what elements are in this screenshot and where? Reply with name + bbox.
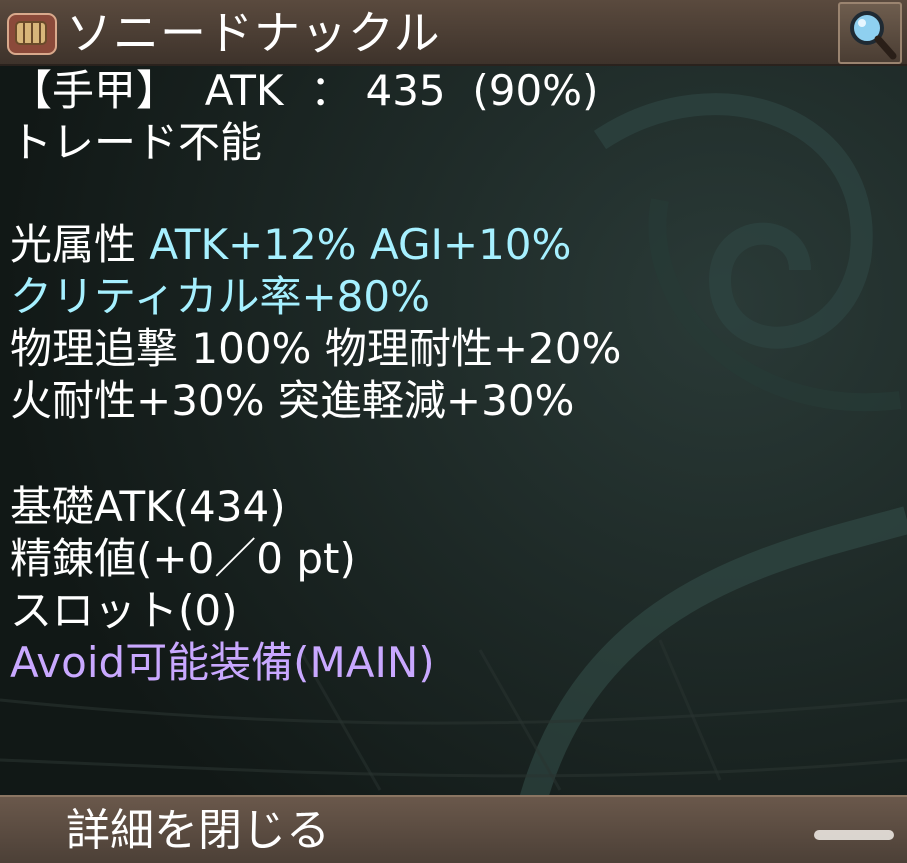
physical-pursuit: 物理追撃	[10, 324, 179, 373]
weapon-type: 【手甲】	[10, 66, 179, 115]
magnifier-icon	[850, 11, 897, 60]
weapon-type-atk-line: 【手甲】 ATK ： 435 (90%)	[10, 66, 598, 116]
atk-label: ATK	[204, 66, 284, 115]
scroll-handle-icon	[814, 830, 894, 840]
resistance-line: 火耐性+30% 突進軽減+30%	[10, 376, 574, 426]
physical-pursuit-value: 100%	[191, 324, 312, 373]
knuckle-gauntlet-icon	[7, 13, 57, 55]
trade-restriction: トレード不能	[10, 118, 263, 167]
element-bonus-atk: ATK+12%	[149, 220, 357, 269]
close-details-button[interactable]: 詳細を閉じる	[0, 795, 907, 863]
element-line: 光属性 ATK+12% AGI+10%	[10, 220, 571, 270]
refine-value: 精錬値(+0／0 pt)	[10, 534, 356, 583]
element-bonus-agi: AGI+10%	[369, 220, 572, 269]
atk-percent: (90%)	[472, 66, 599, 115]
base-atk: 基礎ATK(434)	[10, 482, 286, 531]
search-button[interactable]	[838, 2, 902, 64]
item-name: ソニードナックル	[66, 6, 441, 60]
crit-rate: クリティカル率+80%	[10, 272, 431, 321]
element-label: 光属性	[10, 220, 137, 269]
physical-resistance: 物理耐性+20%	[324, 324, 622, 373]
atk-value: 435	[365, 66, 446, 115]
avoid-equip: Avoid可能装備(MAIN)	[10, 638, 435, 687]
atk-separator: ：	[310, 66, 353, 115]
physical-stats-line: 物理追撃 100% 物理耐性+20%	[10, 324, 621, 374]
charge-reduction: 突進軽減+30%	[277, 376, 575, 425]
close-details-label: 詳細を閉じる	[66, 805, 330, 856]
fire-resistance: 火耐性+30%	[10, 376, 265, 425]
slot-count: スロット(0)	[10, 586, 238, 635]
title-bar: ソニードナックル	[0, 0, 907, 66]
